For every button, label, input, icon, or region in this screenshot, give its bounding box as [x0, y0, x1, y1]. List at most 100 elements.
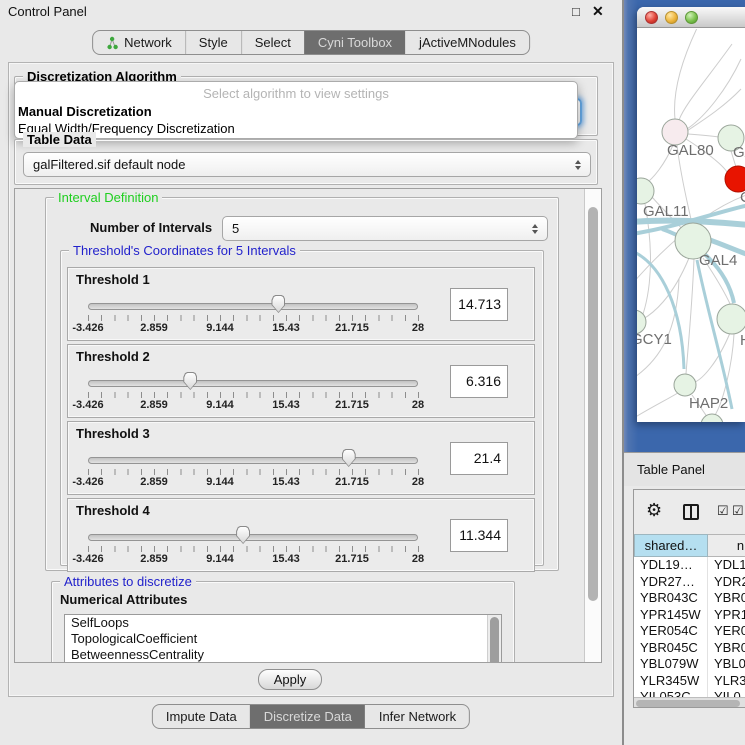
mac-zoom-button[interactable]: [685, 11, 698, 24]
control-panel-tabs: Network Style Select Cyni Toolbox jActiv…: [92, 30, 530, 55]
slider-tick-labels: -3.426 2.859 9.144 15.43 21.715 28: [68, 322, 534, 336]
table-row[interactable]: YLR345WYLR3: [634, 673, 745, 690]
network-icon: [106, 36, 119, 50]
table-toolbar: ⚙ ☑ ☑: [634, 490, 745, 534]
threshold-2-panel: Threshold 2 -3.426 2.859 9.144 15.43 21.…: [67, 344, 535, 418]
attributes-group: Attributes to discretize Numerical Attri…: [51, 581, 515, 663]
interval-definition-group: Interval Definition Number of Intervals …: [45, 197, 559, 571]
group-label: Threshold's Coordinates for 5 Intervals: [69, 243, 300, 258]
combo-arrows-icon: [575, 160, 581, 170]
settings-scrollpane: Interval Definition Number of Intervals …: [14, 188, 602, 663]
threshold-title: Threshold 3: [76, 426, 150, 441]
column-header-shared[interactable]: shared…: [634, 534, 708, 557]
slider-thumb[interactable]: [271, 295, 285, 313]
cyni-bottom-tabs: Impute Data Discretize Data Infer Networ…: [152, 704, 470, 729]
apply-button[interactable]: Apply: [258, 669, 322, 690]
mac-close-button[interactable]: [645, 11, 658, 24]
checkbox-icon[interactable]: ☑: [717, 503, 729, 519]
close-panel-icon[interactable]: ✕: [592, 3, 604, 20]
table-data-combobox[interactable]: galFiltered.sif default node: [23, 152, 591, 177]
node-gal11[interactable]: [637, 178, 654, 204]
table-data-group: Table Data galFiltered.sif default node: [14, 139, 598, 185]
dropdown-item-equal-width[interactable]: Equal Width/Frequency Discretization: [15, 120, 577, 137]
checkbox-icon[interactable]: ☑: [732, 503, 744, 519]
algorithm-dropdown-popup: Select algorithm to view settings Manual…: [14, 81, 578, 139]
gear-icon[interactable]: ⚙: [646, 500, 662, 521]
float-window-icon[interactable]: □: [572, 4, 580, 19]
num-intervals-value: 5: [232, 221, 239, 236]
table-row[interactable]: YBR043CYBR0: [634, 590, 745, 607]
scrollbar-thumb[interactable]: [588, 207, 598, 601]
slider-track[interactable]: [88, 303, 418, 310]
settings-scrollbar[interactable]: [584, 189, 601, 662]
tab-cyni-toolbox[interactable]: Cyni Toolbox: [304, 31, 405, 54]
threshold-1-panel: Threshold 1 -3.426 2.859 9.144 15.43 21.…: [67, 267, 535, 341]
node-label: GA: [733, 144, 745, 161]
control-panel: Control Panel □ ✕ Network Style Select C…: [0, 0, 622, 745]
table-header-row: shared… n: [634, 534, 745, 557]
threshold-value-field[interactable]: 14.713: [450, 288, 508, 321]
tab-style[interactable]: Style: [185, 31, 241, 54]
node-label: H: [740, 332, 745, 349]
table-row[interactable]: YDL19…YDL1: [634, 557, 745, 574]
slider-tick-labels: -3.426 2.859 9.144 15.43 21.715 28: [68, 399, 534, 413]
table-row[interactable]: YDR27…YDR2: [634, 574, 745, 591]
table-horizontal-scrollbar[interactable]: [634, 697, 745, 708]
network-view-window[interactable]: GAL80 GA C GAL11 GAL4 GCY1 H HAP2: [637, 7, 745, 422]
network-canvas[interactable]: GAL80 GA C GAL11 GAL4 GCY1 H HAP2: [637, 29, 745, 422]
threshold-3-panel: Threshold 3 -3.426 2.859 9.144 15.43 21.…: [67, 421, 535, 495]
node-bottom[interactable]: [701, 414, 723, 422]
slider-thumb[interactable]: [183, 372, 197, 390]
num-intervals-label: Number of Intervals: [90, 220, 212, 235]
list-item[interactable]: BetweennessCentrality: [65, 647, 501, 663]
table-row[interactable]: YBL079WYBL0: [634, 656, 745, 673]
table-panel-title: Table Panel: [624, 452, 745, 486]
node-label: GAL11: [643, 203, 689, 220]
group-label: Attributes to discretize: [60, 574, 196, 589]
columns-icon[interactable]: [683, 504, 699, 520]
node-label: GCY1: [637, 331, 672, 348]
threshold-title: Threshold 1: [76, 272, 150, 287]
table-row[interactable]: YER054CYER0: [634, 623, 745, 640]
tab-infer-network[interactable]: Infer Network: [365, 705, 469, 728]
node-label: GAL80: [667, 142, 714, 159]
slider-thumb[interactable]: [236, 526, 250, 544]
thresholds-group: Threshold's Coordinates for 5 Intervals …: [60, 250, 544, 566]
tab-impute-data[interactable]: Impute Data: [153, 705, 250, 728]
table-row[interactable]: YBR045CYBR0: [634, 640, 745, 657]
tab-discretize-data[interactable]: Discretize Data: [250, 705, 365, 728]
combo-arrows-icon: [532, 224, 538, 234]
slider-track[interactable]: [88, 534, 418, 541]
node-h[interactable]: [717, 304, 745, 334]
threshold-value-field[interactable]: 6.316: [450, 365, 508, 398]
column-header-name[interactable]: n: [708, 534, 745, 557]
slider-ticks: [88, 469, 419, 475]
threshold-value-field[interactable]: 11.344: [450, 519, 508, 552]
tab-select[interactable]: Select: [241, 31, 304, 54]
num-intervals-combobox[interactable]: 5: [222, 216, 548, 241]
slider-tick-labels: -3.426 2.859 9.144 15.43 21.715 28: [68, 553, 534, 567]
network-graph: GAL80 GA C GAL11 GAL4 GCY1 H HAP2: [637, 29, 745, 422]
network-window-titlebar[interactable]: [637, 7, 745, 28]
slider-track[interactable]: [88, 457, 418, 464]
scrollbar-thumb[interactable]: [636, 700, 740, 707]
slider-thumb[interactable]: [342, 449, 356, 467]
dropdown-hint: Select algorithm to view settings: [15, 84, 577, 103]
tab-jactivemnodules[interactable]: jActiveMNodules: [405, 31, 529, 54]
list-item[interactable]: TopologicalCoefficient: [65, 631, 501, 647]
slider-ticks: [88, 546, 419, 552]
threshold-title: Threshold 4: [76, 503, 150, 518]
threshold-value-field[interactable]: 21.4: [450, 442, 508, 475]
node-label: HAP2: [689, 395, 728, 412]
table-row[interactable]: YPR145WYPR1: [634, 607, 745, 624]
node-hap2[interactable]: [674, 374, 696, 396]
tab-label: Network: [124, 35, 172, 50]
mac-minimize-button[interactable]: [665, 11, 678, 24]
slider-track[interactable]: [88, 380, 418, 387]
group-label: Table Data: [23, 132, 96, 147]
dropdown-item-manual-discretization[interactable]: Manual Discretization: [15, 103, 577, 120]
list-item[interactable]: SelfLoops: [65, 615, 501, 631]
threshold-4-panel: Threshold 4 -3.426 2.859 9.144 15.43 21.…: [67, 498, 535, 572]
list-scrollbar[interactable]: [487, 615, 501, 663]
tab-network[interactable]: Network: [93, 31, 185, 54]
